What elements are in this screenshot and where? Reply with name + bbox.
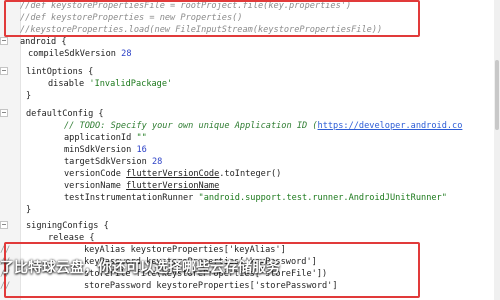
fold-toggle-icon[interactable] xyxy=(0,220,8,229)
comment-text: //def keystorePropertiesFile = rootProje… xyxy=(20,1,352,11)
code-line: disable 'InvalidPackage' xyxy=(48,79,173,89)
code-line: //keystoreProperties.load(new FileInputS… xyxy=(0,24,500,36)
code-line: } xyxy=(26,91,32,101)
docs-link[interactable]: https://developer.android.co xyxy=(318,121,463,131)
code-line: //def keystoreProperties = new Propertie… xyxy=(0,12,500,24)
code-line: } xyxy=(26,205,32,215)
comment-text: //keystoreProperties.load(new FileInputS… xyxy=(20,25,383,35)
code-line: applicationId "" xyxy=(64,133,147,143)
fold-toggle-icon[interactable] xyxy=(0,36,8,45)
code-line: testInstrumentationRunner "android.suppo… xyxy=(64,193,447,203)
code-line: android { xyxy=(0,36,500,48)
code-line: signingConfigs { xyxy=(0,220,500,232)
subtitle-caption: 了比特球云盘，你还可以选择哪些云存储服务 xyxy=(0,260,280,276)
code-line: versionCode flutterVersionCode.toInteger… xyxy=(64,169,282,179)
code-line: lintOptions { xyxy=(0,66,500,78)
code-line: targetSdkVersion 28 xyxy=(64,157,163,167)
comment-text: //def keystoreProperties = new Propertie… xyxy=(20,13,243,23)
fold-toggle-icon[interactable] xyxy=(0,108,8,117)
code-line: //keyAlias keystoreProperties['keyAlias'… xyxy=(0,245,286,255)
fold-toggle-icon[interactable] xyxy=(0,66,8,75)
code-line: compileSdkVersion 28 xyxy=(28,49,132,59)
scrollbar-thumb[interactable] xyxy=(495,60,499,130)
code-line: defaultConfig { xyxy=(0,108,500,120)
android-block: android { xyxy=(20,37,67,47)
code-editor[interactable]: //def keystorePropertiesFile = rootProje… xyxy=(0,0,500,300)
code-line: // TODO: Specify your own unique Applica… xyxy=(64,121,463,131)
code-line: versionName flutterVersionName xyxy=(64,181,220,191)
code-line: //storePassword keystoreProperties['stor… xyxy=(0,281,338,291)
code-line: //def keystorePropertiesFile = rootProje… xyxy=(0,0,500,12)
code-line: release { xyxy=(48,233,95,243)
vertical-scrollbar[interactable] xyxy=(494,0,500,300)
code-line: minSdkVersion 16 xyxy=(64,145,147,155)
